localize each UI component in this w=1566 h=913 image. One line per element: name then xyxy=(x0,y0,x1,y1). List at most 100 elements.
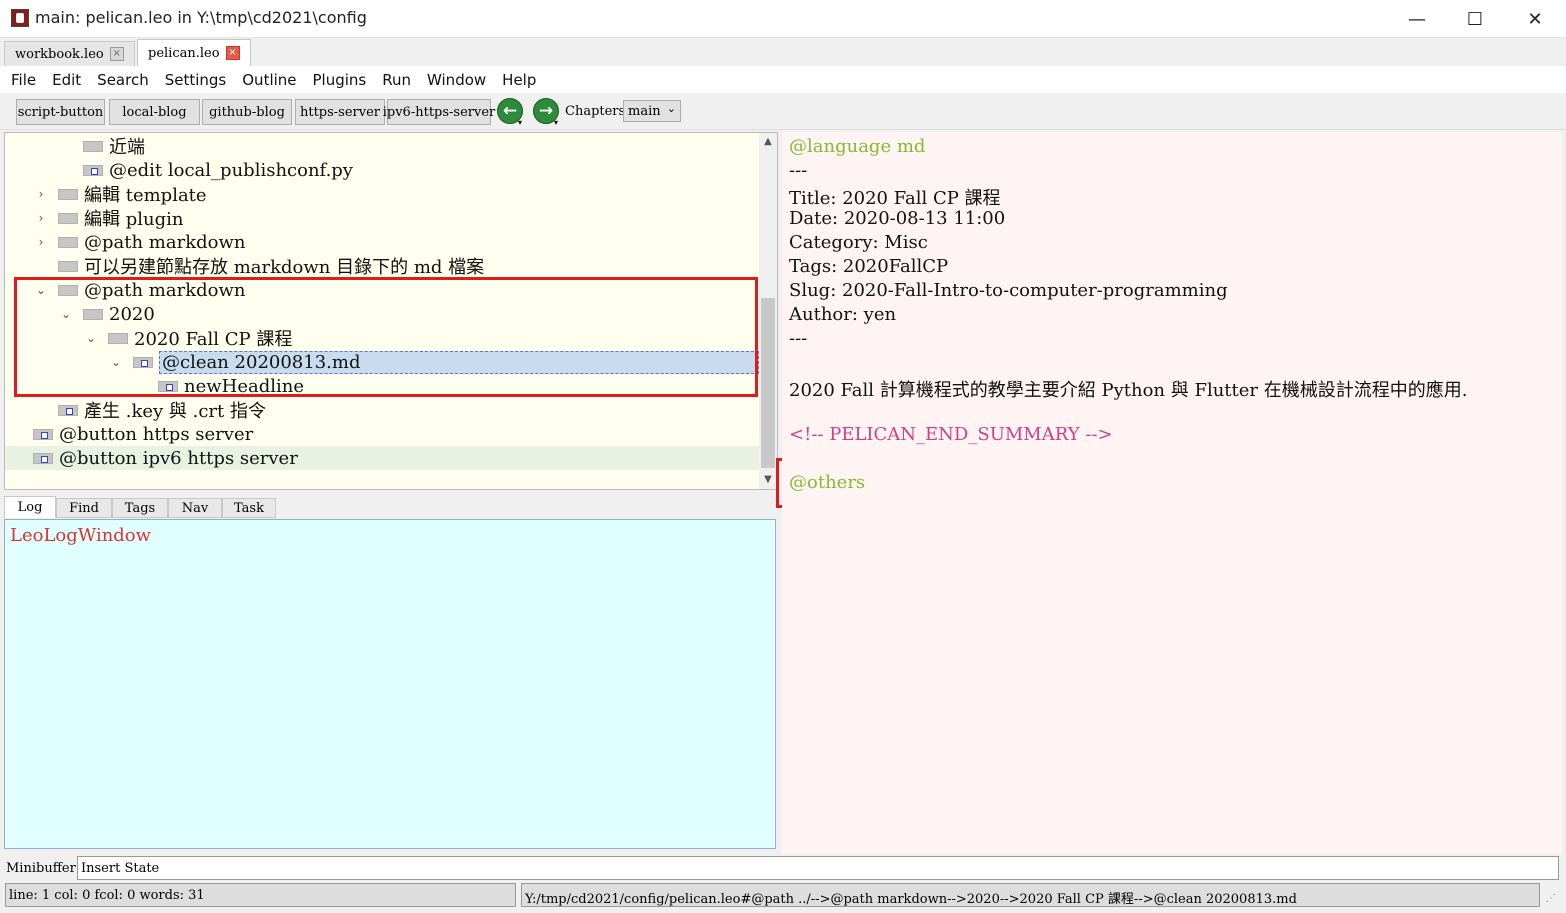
outline-node[interactable]: 產生 .key 與 .crt 指令 xyxy=(5,398,759,422)
outline-node[interactable]: › 編輯 plugin xyxy=(5,206,759,230)
outline-node[interactable]: @button https server xyxy=(5,422,759,446)
outline-node[interactable]: ⌄ 2020 xyxy=(5,302,759,326)
tab-tags[interactable]: Tags xyxy=(112,498,168,518)
body-editor[interactable]: @language md --- Title: 2020 Fall CP 課程 … xyxy=(782,132,1562,854)
node-label: 可以另建節點存放 markdown 目錄下的 md 檔案 xyxy=(84,257,485,278)
node-icon xyxy=(108,332,128,344)
node-icon xyxy=(83,164,103,176)
outline-node[interactable]: › @path markdown xyxy=(5,230,759,254)
node-icon xyxy=(83,140,103,152)
log-window-title: LeoLogWindow xyxy=(10,525,152,546)
node-icon xyxy=(58,404,78,416)
chapters-select[interactable]: main ⌄ xyxy=(623,100,681,122)
minibuffer-label: Minibuffer: xyxy=(6,861,81,876)
chevron-down-icon: ⌄ xyxy=(666,102,676,115)
outline-node[interactable]: ⌄ @path markdown xyxy=(5,278,759,302)
tab-task[interactable]: Task xyxy=(222,498,276,518)
outline-node-selected[interactable]: ⌄ @clean 20200813.md xyxy=(5,350,759,374)
node-icon xyxy=(58,284,78,296)
menu-plugins[interactable]: Plugins xyxy=(305,71,375,89)
menu-window[interactable]: Window xyxy=(419,71,494,89)
tab-workbook[interactable]: workbook.leo × xyxy=(4,41,135,66)
tab-find[interactable]: Find xyxy=(56,498,112,518)
https-server-button[interactable]: https-server xyxy=(295,99,385,125)
expand-caret-icon[interactable]: › xyxy=(34,235,48,249)
outline-node[interactable]: ⌄ 2020 Fall CP 課程 xyxy=(5,326,759,350)
tab-label: workbook.leo xyxy=(15,46,104,62)
menu-outline[interactable]: Outline xyxy=(234,71,304,89)
outline-scrollbar[interactable]: ▲ ▼ xyxy=(759,133,777,489)
body-line: --- xyxy=(789,328,808,349)
node-label: 編輯 plugin xyxy=(84,209,184,230)
scroll-thumb[interactable] xyxy=(761,298,775,468)
back-dropdown-icon[interactable]: ▾ xyxy=(518,118,522,127)
node-label: 近端 xyxy=(109,137,145,158)
resize-grip-icon[interactable]: ⋰ xyxy=(1546,893,1556,904)
title-bar: main: pelican.leo in Y:\tmp\cd2021\confi… xyxy=(0,0,1566,38)
menu-help[interactable]: Help xyxy=(494,71,544,89)
outline-node[interactable]: newHeadline xyxy=(5,374,759,398)
menu-settings[interactable]: Settings xyxy=(157,71,235,89)
minimize-button[interactable]: — xyxy=(1388,0,1446,38)
close-tab-icon[interactable]: × xyxy=(109,47,124,61)
outline-node[interactable]: 近端 xyxy=(5,134,759,158)
forward-dropdown-icon[interactable]: ▾ xyxy=(554,118,558,127)
menu-edit[interactable]: Edit xyxy=(44,71,89,89)
collapse-caret-icon[interactable]: ⌄ xyxy=(109,355,123,369)
node-icon xyxy=(58,260,78,272)
node-label: @clean 20200813.md xyxy=(159,350,759,374)
log-pane[interactable]: LeoLogWindow xyxy=(4,519,776,849)
node-label: 2020 xyxy=(109,303,155,325)
leo-app-icon xyxy=(11,9,29,27)
outline-node[interactable]: @button ipv6 https server xyxy=(5,446,759,470)
window-title: main: pelican.leo in Y:\tmp\cd2021\confi… xyxy=(35,8,367,27)
expand-caret-icon[interactable]: › xyxy=(34,211,48,225)
outline-node[interactable]: @edit local_publishconf.py xyxy=(5,158,759,182)
script-button[interactable]: script-button xyxy=(16,99,105,125)
node-icon xyxy=(58,188,78,200)
collapse-caret-icon[interactable]: ⌄ xyxy=(84,331,98,345)
collapse-caret-icon[interactable]: ⌄ xyxy=(34,283,48,297)
node-label: @path markdown xyxy=(84,279,246,301)
maximize-button[interactable]: ☐ xyxy=(1446,0,1504,38)
scroll-down-icon[interactable]: ▼ xyxy=(759,471,777,489)
chapters-label: Chapters: xyxy=(565,104,630,119)
tab-log[interactable]: Log xyxy=(4,496,56,518)
node-icon xyxy=(158,380,178,392)
body-line: <!-- PELICAN_END_SUMMARY --> xyxy=(789,424,1113,445)
status-path: Y:/tmp/cd2021/config/pelican.leo#@path .… xyxy=(521,883,1540,907)
menu-run[interactable]: Run xyxy=(374,71,419,89)
body-line: Slug: 2020-Fall-Intro-to-computer-progra… xyxy=(789,280,1228,301)
status-position: line: 1 col: 0 fcol: 0 words: 31 xyxy=(5,883,516,907)
outline-node[interactable]: 可以另建節點存放 markdown 目錄下的 md 檔案 xyxy=(5,254,759,278)
collapse-caret-icon[interactable]: ⌄ xyxy=(59,307,73,321)
body-line: Author: yen xyxy=(789,304,897,325)
tab-pelican[interactable]: pelican.leo × xyxy=(137,39,251,66)
minibuffer-input[interactable]: Insert State xyxy=(77,856,1559,880)
node-icon xyxy=(33,428,53,440)
minibuffer: Minibuffer: Insert State xyxy=(0,856,1566,882)
close-window-button[interactable]: ✕ xyxy=(1506,0,1564,38)
toolbar: script-button local-blog github-blog htt… xyxy=(0,93,1566,130)
outline-node[interactable]: › 編輯 template xyxy=(5,182,759,206)
expand-caret-icon[interactable]: › xyxy=(34,187,48,201)
menu-search[interactable]: Search xyxy=(89,71,157,89)
body-line: @language md xyxy=(789,136,926,157)
scroll-up-icon[interactable]: ▲ xyxy=(759,133,777,151)
body-line: Title: 2020 Fall CP 課程 xyxy=(789,188,1001,209)
body-line: Date: 2020-08-13 11:00 xyxy=(789,208,1006,229)
body-line: @others xyxy=(789,472,866,493)
tab-label: pelican.leo xyxy=(148,45,220,61)
node-icon xyxy=(58,212,78,224)
ipv6-https-server-button[interactable]: ipv6-https-server xyxy=(383,99,495,125)
local-blog-button[interactable]: local-blog xyxy=(109,99,200,125)
github-blog-button[interactable]: github-blog xyxy=(202,99,292,125)
close-tab-icon[interactable]: × xyxy=(225,46,240,60)
node-icon xyxy=(33,452,53,464)
tab-nav[interactable]: Nav xyxy=(168,498,222,518)
node-label: newHeadline xyxy=(184,375,305,397)
menu-file[interactable]: File xyxy=(3,71,44,89)
outline-pane[interactable]: 近端 @edit local_publishconf.py › 編輯 templ… xyxy=(4,132,778,490)
menu-bar: File Edit Search Settings Outline Plugin… xyxy=(0,66,1566,93)
node-icon xyxy=(83,308,103,320)
